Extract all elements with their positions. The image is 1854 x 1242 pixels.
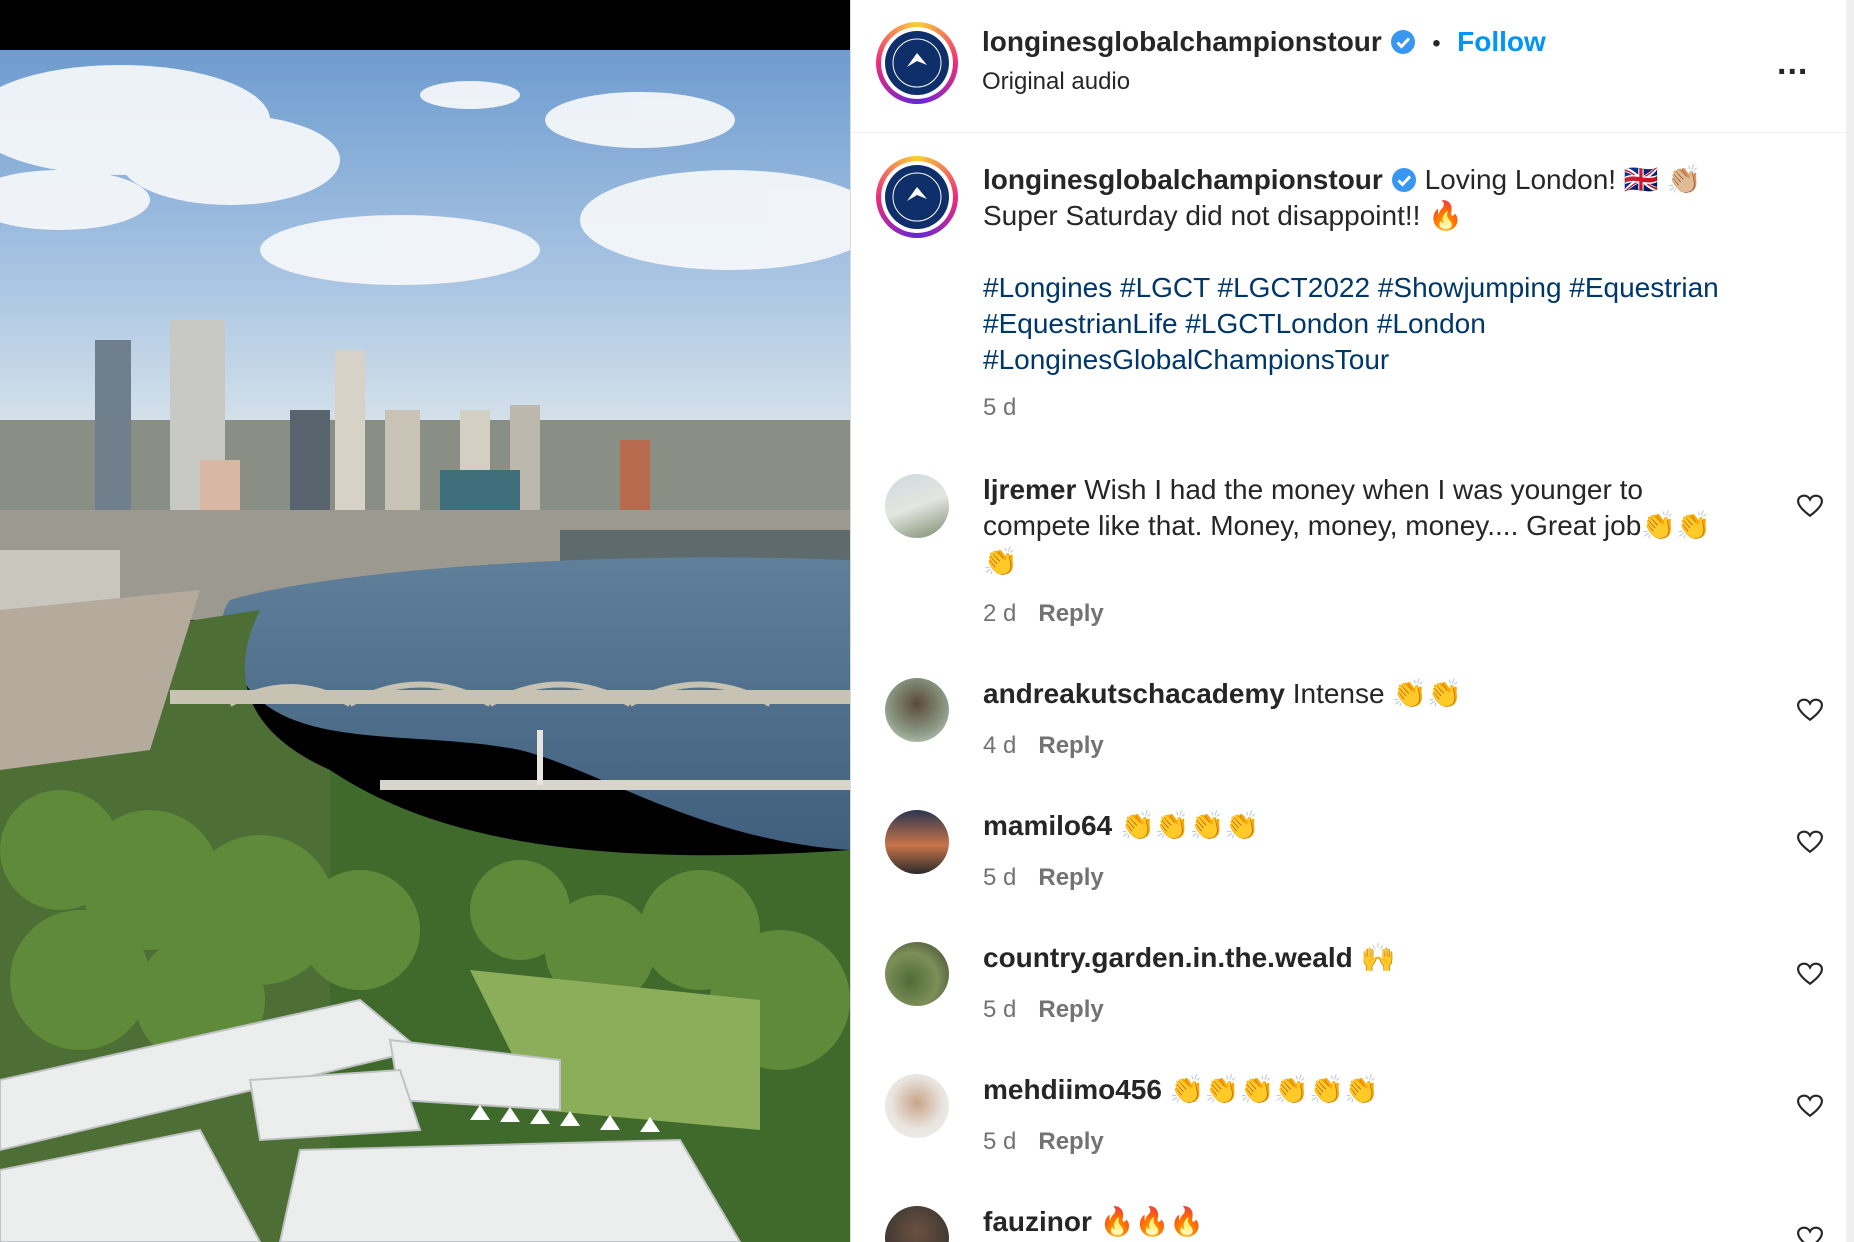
caption-hashtags-line1[interactable]: #Longines #LGCT #LGCT2022 #Showjumping #… [983,270,1823,306]
london-aerial-image [0,50,850,1242]
heart-outline-icon[interactable] [1797,1094,1823,1118]
comment-username[interactable]: ljremer [983,474,1076,505]
heart-outline-icon[interactable] [1797,698,1823,722]
reply-button[interactable]: Reply [1038,864,1103,891]
header-separator: • [1432,30,1441,57]
lgct-logo-icon [892,172,942,222]
caption-text-line2: Super Saturday did not disappoint!! 🔥 [983,200,1464,231]
comment-text: 🔥🔥🔥 [1099,1206,1205,1237]
caption-text-line1: Loving London! 🇬🇧 👏🏼 [1424,164,1702,195]
reply-button[interactable]: Reply [1038,600,1103,627]
comment-avatar[interactable] [885,1206,949,1242]
comment-body: mamilo64 👏👏👏👏 [983,808,1743,844]
more-options-icon[interactable]: ... [1777,44,1808,83]
caption-hashtags-line2[interactable]: #EquestrianLife #LGCTLondon #London [983,306,1823,342]
comment-meta: 5 d Reply [983,864,1104,892]
comment-text: Wish I had the money when I was younger … [983,474,1712,577]
comment-meta: 2 d Reply [983,600,1104,628]
lgct-logo-icon [892,38,942,88]
reply-button[interactable]: Reply [1038,996,1103,1023]
comment-timestamp[interactable]: 5 d [983,864,1016,891]
comment-username[interactable]: mehdiimo456 [983,1074,1162,1105]
author-avatar[interactable] [876,22,958,104]
comment-timestamp[interactable]: 5 d [983,996,1016,1023]
heart-outline-icon[interactable] [1797,830,1823,854]
post-side-panel: longinesglobalchampionstour • Follow Ori… [851,0,1846,1242]
caption-username[interactable]: longinesglobalchampionstour [983,164,1383,195]
comment-username[interactable]: mamilo64 [983,810,1112,841]
comment-avatar[interactable] [885,678,949,742]
comment-username[interactable]: andreakutschacademy [983,678,1285,709]
comment-body: ljremer Wish I had the money when I was … [983,472,1743,580]
comment-avatar[interactable] [885,810,949,874]
comment-meta: 4 d Reply [983,732,1104,760]
comment-avatar[interactable] [885,942,949,1006]
comment-meta: 5 d Reply [983,996,1104,1024]
reply-button[interactable]: Reply [1038,1128,1103,1155]
comment-meta: 5 d Reply [983,1128,1104,1156]
comment-text: 👏👏👏👏 [1119,810,1260,841]
comment-body: andreakutschacademy Intense 👏👏 [983,676,1743,712]
comment-timestamp[interactable]: 4 d [983,732,1016,759]
comment-body: country.garden.in.the.weald 🙌 [983,940,1743,976]
comment-timestamp[interactable]: 5 d [983,1128,1016,1155]
original-audio-link[interactable]: Original audio [982,68,1130,96]
follow-button[interactable]: Follow [1457,26,1546,57]
caption-timestamp[interactable]: 5 d [983,390,1823,426]
verified-badge-icon [1391,168,1416,192]
comment-body: fauzinor 🔥🔥🔥 [983,1204,1743,1240]
header-username[interactable]: longinesglobalchampionstour [982,26,1382,57]
post-media-video[interactable] [0,0,850,1242]
header-title-row: longinesglobalchampionstour • Follow [982,26,1546,58]
comment-body: mehdiimo456 👏👏👏👏👏👏 [983,1072,1743,1108]
heart-outline-icon[interactable] [1797,1226,1823,1242]
reply-button[interactable]: Reply [1038,732,1103,759]
comment-avatar[interactable] [885,474,949,538]
post-header: longinesglobalchampionstour • Follow Ori… [851,0,1846,133]
verified-badge-icon [1390,30,1415,54]
heart-outline-icon[interactable] [1797,494,1823,518]
caption-hashtags-line3[interactable]: #LonginesGlobalChampionsTour [983,342,1823,378]
comment-username[interactable]: fauzinor [983,1206,1092,1237]
page-scrollbar[interactable] [1846,0,1854,1242]
heart-outline-icon[interactable] [1797,962,1823,986]
caption-author-avatar[interactable] [876,156,958,238]
comment-timestamp[interactable]: 2 d [983,600,1016,627]
comment-text: 👏👏👏👏👏👏 [1169,1074,1379,1105]
comment-avatar[interactable] [885,1074,949,1138]
comment-username[interactable]: country.garden.in.the.weald [983,942,1353,973]
comment-text: 🙌 [1360,942,1396,973]
comment-text: Intense 👏👏 [1292,678,1463,709]
post-caption: longinesglobalchampionstour Loving Londo… [983,162,1823,426]
